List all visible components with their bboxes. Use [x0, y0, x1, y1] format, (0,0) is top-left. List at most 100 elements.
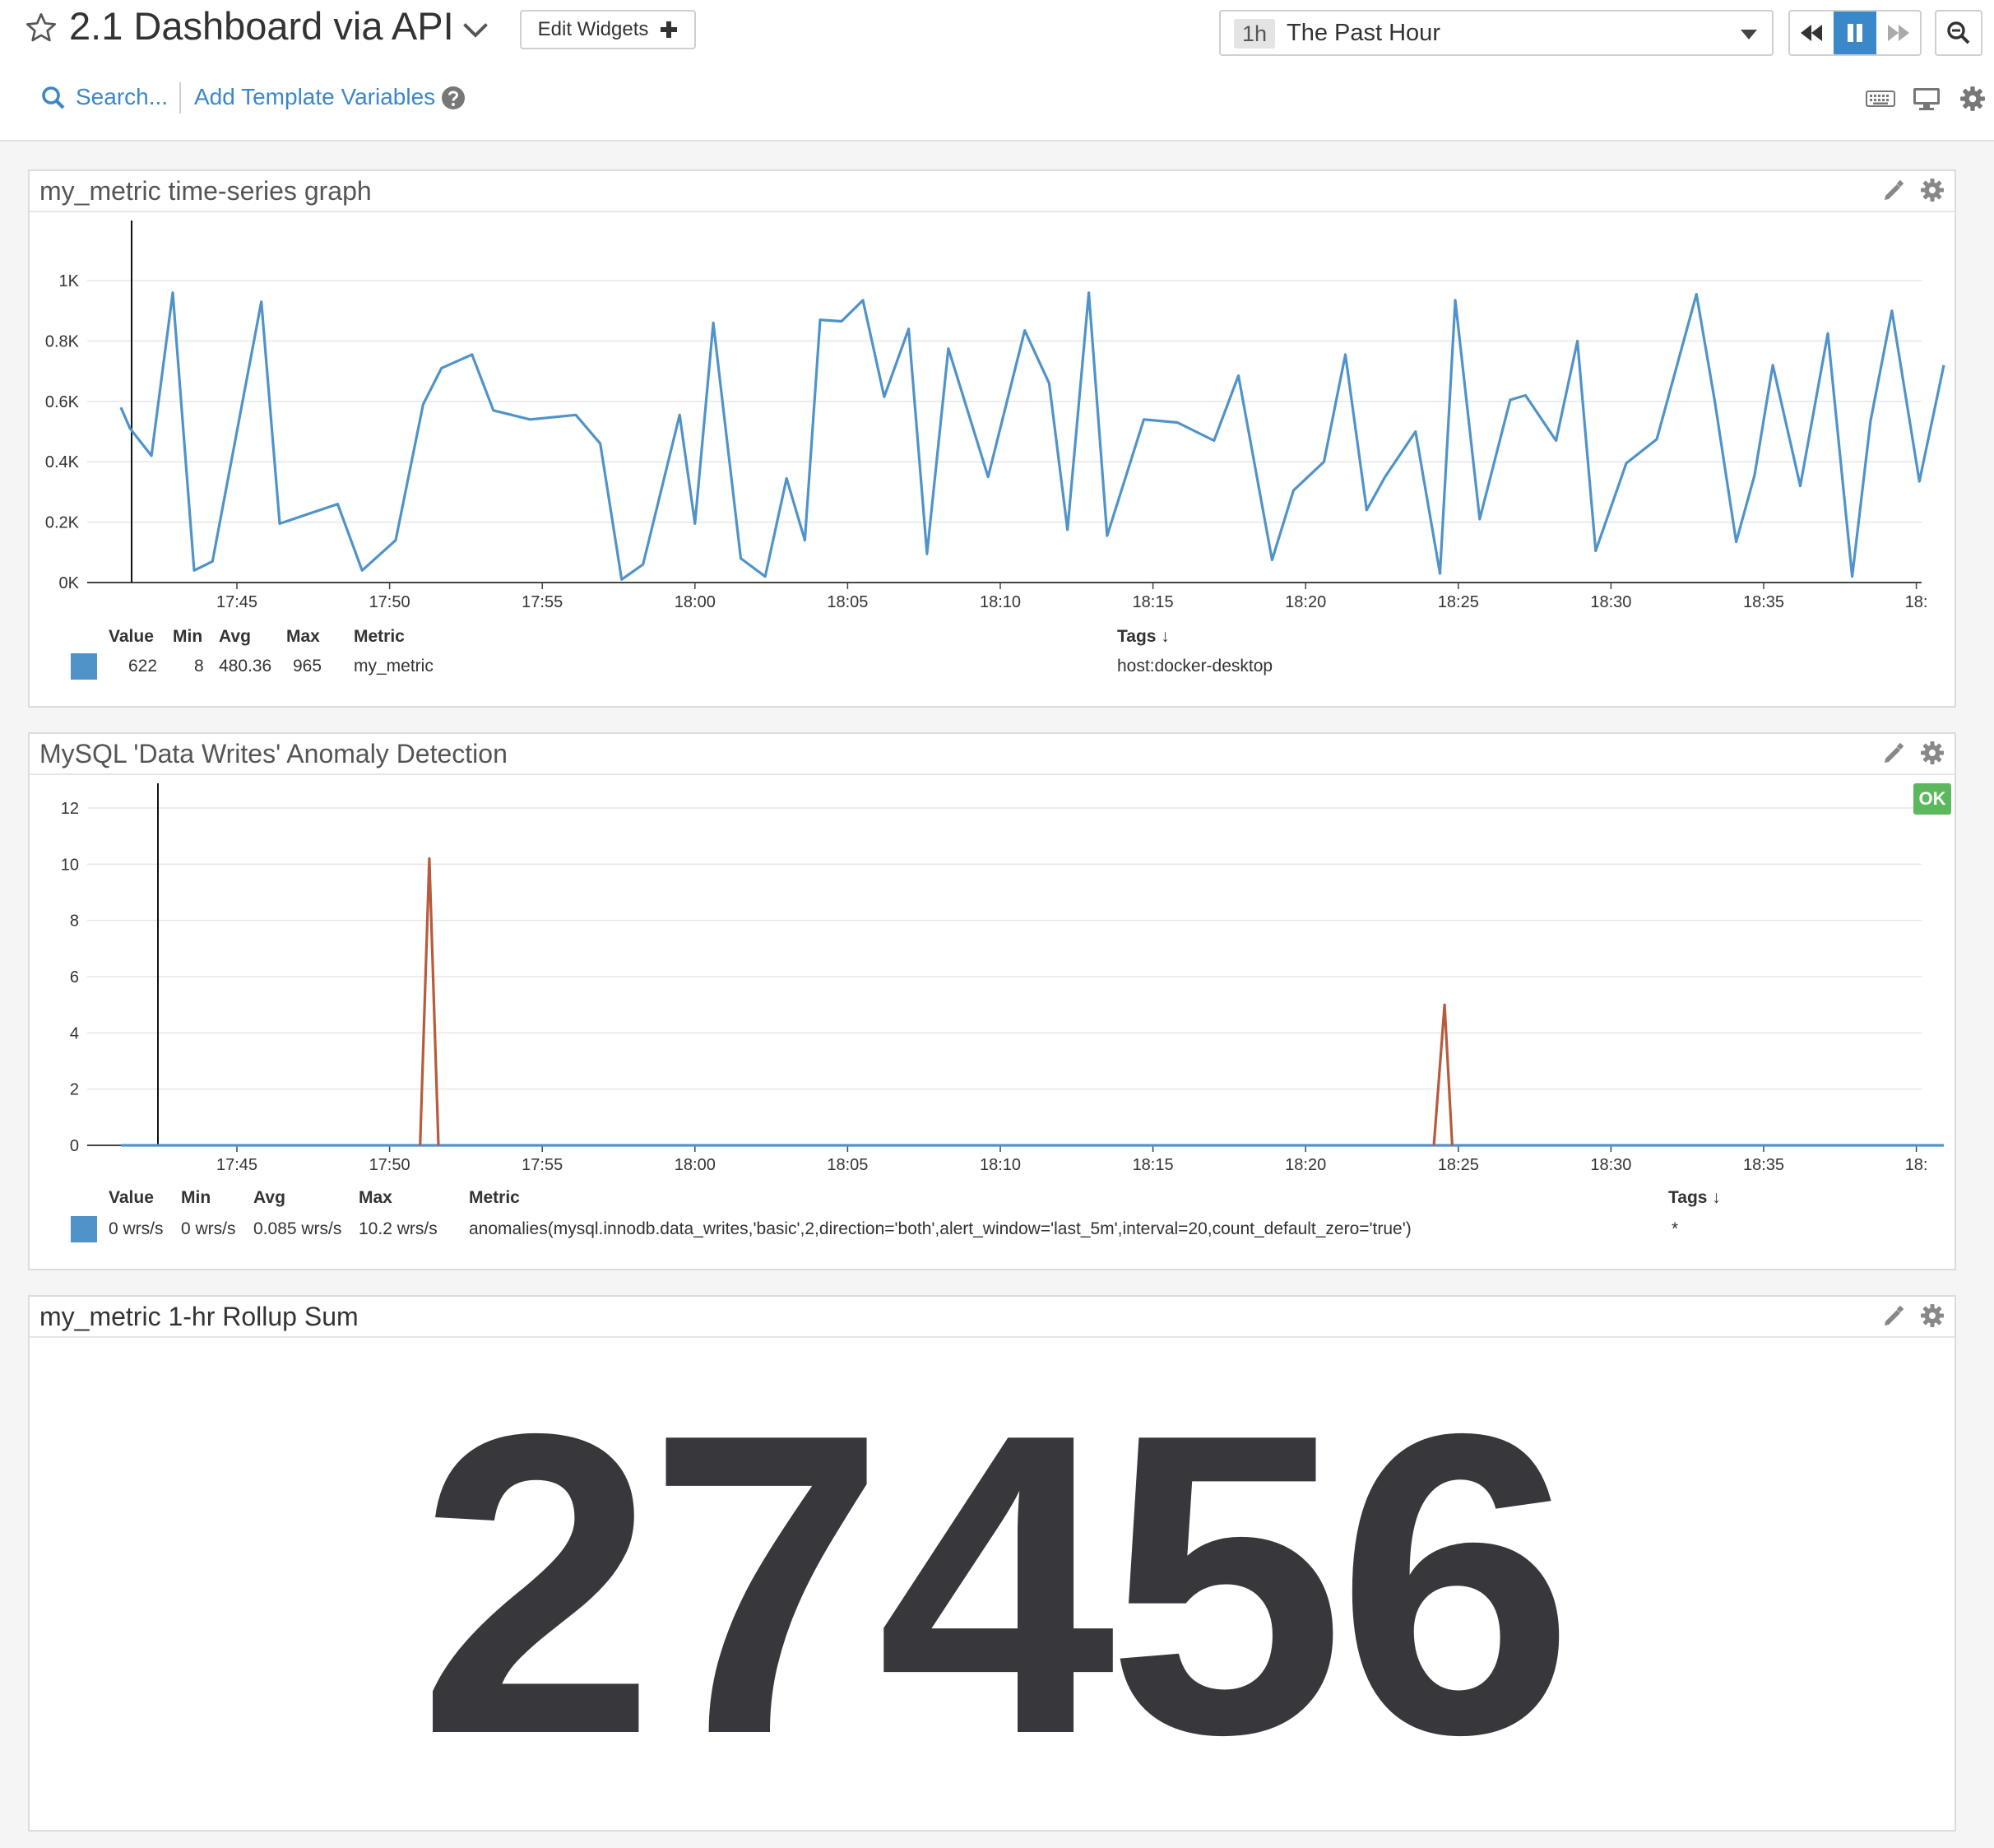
time-range-select[interactable]: 1h The Past Hour	[1219, 10, 1774, 56]
fast-forward-button[interactable]	[1876, 12, 1920, 54]
legend-min: 0 wrs/s	[181, 1219, 236, 1238]
gear-icon[interactable]	[1959, 86, 1986, 112]
x-tick-label: 18:35	[1743, 1156, 1784, 1174]
x-tick-label: 18:05	[827, 593, 868, 611]
edit-widgets-label: Edit Widgets	[537, 18, 649, 40]
x-tick-label: 18:30	[1590, 593, 1631, 611]
legend-header-min: Min	[173, 627, 203, 646]
star-icon[interactable]	[25, 12, 58, 44]
search-link[interactable]: Search...	[76, 84, 168, 110]
time-range-label: The Past Hour	[1287, 20, 1440, 46]
pause-icon	[1848, 24, 1862, 42]
x-tick-label: 18:25	[1438, 1156, 1479, 1174]
x-tick-label: 17:55	[522, 1156, 563, 1174]
y-tick-label: 0.4K	[45, 453, 80, 471]
anomaly-chart[interactable]: 0 2 4 6 8 10 12 17:45 17:50 17:55 18:00 18:05 18:10 1…	[30, 734, 1955, 1269]
x-tick-label: 17:45	[216, 1156, 257, 1174]
dashboard-header: 2.1 Dashboard via API Edit Widgets 1h Th…	[0, 0, 1994, 142]
rollup-value: 27456	[418, 1345, 1574, 1823]
y-tick-label: 4	[70, 1024, 79, 1042]
widget-title: MySQL 'Data Writes' Anomaly Detection	[39, 739, 508, 768]
legend-header-tags[interactable]: Tags ↓	[1117, 627, 1170, 647]
legend-header-value: Value	[109, 627, 154, 646]
y-tick-label: 0.8K	[45, 332, 80, 351]
legend-header-metric: Metric	[469, 1188, 520, 1207]
legend-header-tags[interactable]: Tags ↓	[1668, 1188, 1721, 1208]
pencil-icon[interactable]	[1882, 1305, 1905, 1328]
x-tick-label: 17:50	[369, 1156, 410, 1174]
x-tick-label: 18:10	[980, 1156, 1021, 1174]
plus-icon	[661, 21, 678, 38]
y-tick-label: 2	[70, 1081, 79, 1099]
timeseries-chart[interactable]: 0K 0.2K 0.4K 0.6K 0.8K 1K 17:45 17:50 17:55 18:00…	[30, 171, 1955, 706]
status-badge: OK	[1913, 783, 1951, 815]
rewind-button[interactable]	[1790, 12, 1834, 54]
series-color-swatch	[71, 653, 97, 680]
legend-header-min: Min	[181, 1188, 211, 1207]
legend-header-avg: Avg	[253, 1188, 285, 1207]
x-tick-label: 18:15	[1133, 1156, 1174, 1174]
widget-title: my_metric time-series graph	[39, 176, 372, 206]
y-tick-label: 1K	[59, 272, 80, 290]
y-tick-label: 0	[70, 1137, 79, 1155]
pause-button[interactable]	[1833, 12, 1877, 54]
tv-mode-icon[interactable]	[1912, 86, 1941, 112]
legend-max: 965	[293, 657, 322, 676]
help-icon[interactable]	[441, 86, 466, 110]
legend-avg: 0.085 wrs/s	[253, 1219, 342, 1238]
gear-icon[interactable]	[1920, 1303, 1945, 1328]
pencil-icon[interactable]	[1882, 179, 1905, 202]
x-tick-label: 18:05	[827, 1156, 868, 1174]
fast-forward-icon	[1887, 25, 1909, 41]
legend-tags: host:docker-desktop	[1117, 657, 1273, 676]
legend-header-avg: Avg	[219, 627, 251, 646]
timeseries-widget: 0K 0.2K 0.4K 0.6K 0.8K 1K 17:45 17:50 17:55 18:00…	[28, 169, 1956, 708]
legend-header-max: Max	[359, 1188, 392, 1207]
zoom-out-icon	[1947, 21, 1970, 44]
x-tick-label: 18:30	[1590, 1156, 1631, 1174]
edit-widgets-button[interactable]: Edit Widgets	[520, 10, 696, 49]
zoom-button[interactable]	[1935, 10, 1982, 56]
x-tick-label: 18:20	[1285, 593, 1326, 611]
y-tick-label: 6	[70, 968, 79, 987]
rewind-icon	[1801, 25, 1823, 41]
pencil-icon[interactable]	[1882, 742, 1905, 765]
search-icon[interactable]	[41, 86, 66, 110]
x-tick-label: 18:	[1905, 1156, 1928, 1174]
divider	[179, 82, 181, 114]
legend-header-metric: Metric	[354, 627, 405, 646]
x-tick-label: 17:45	[216, 593, 257, 611]
x-tick-label: 18:10	[980, 593, 1021, 611]
series-line[interactable]	[119, 291, 1945, 581]
rollup-widget: my_metric 1-hr Rollup Sum 27456	[28, 1295, 1956, 1832]
legend-tags: *	[1672, 1219, 1679, 1238]
x-tick-label: 17:50	[369, 593, 410, 611]
y-tick-label: 0.6K	[45, 393, 80, 411]
gear-icon[interactable]	[1920, 741, 1945, 765]
playback-controls	[1788, 10, 1922, 56]
chevron-down-icon[interactable]	[461, 18, 490, 43]
x-tick-label: 18:35	[1743, 593, 1784, 611]
series-line[interactable]	[419, 857, 440, 1146]
widget-header: my_metric 1-hr Rollup Sum	[30, 1297, 1955, 1338]
x-tick-label: 18:00	[675, 593, 716, 611]
time-range-badge: 1h	[1234, 19, 1276, 49]
caret-down-icon	[1741, 30, 1757, 39]
legend-header-max: Max	[286, 627, 320, 646]
x-tick-label: 18:25	[1438, 593, 1479, 611]
series-color-swatch	[71, 1216, 97, 1242]
legend-max: 10.2 wrs/s	[359, 1219, 438, 1238]
x-tick-label: 18:15	[1133, 593, 1174, 611]
legend-header-value: Value	[109, 1188, 154, 1207]
legend-metric: anomalies(mysql.innodb.data_writes,'basi…	[469, 1219, 1412, 1238]
widget-header: MySQL 'Data Writes' Anomaly Detection	[30, 734, 1955, 775]
keyboard-icon[interactable]	[1866, 86, 1895, 112]
legend-value: 0 wrs/s	[109, 1219, 164, 1238]
add-template-variables-link[interactable]: Add Template Variables	[194, 84, 435, 110]
x-tick-label: 18:20	[1285, 1156, 1326, 1174]
x-tick-label: 17:55	[522, 593, 563, 611]
y-tick-label: 0.2K	[45, 514, 80, 532]
series-line[interactable]	[1432, 1003, 1454, 1146]
widget-title: my_metric 1-hr Rollup Sum	[39, 1302, 359, 1331]
gear-icon[interactable]	[1920, 178, 1945, 202]
